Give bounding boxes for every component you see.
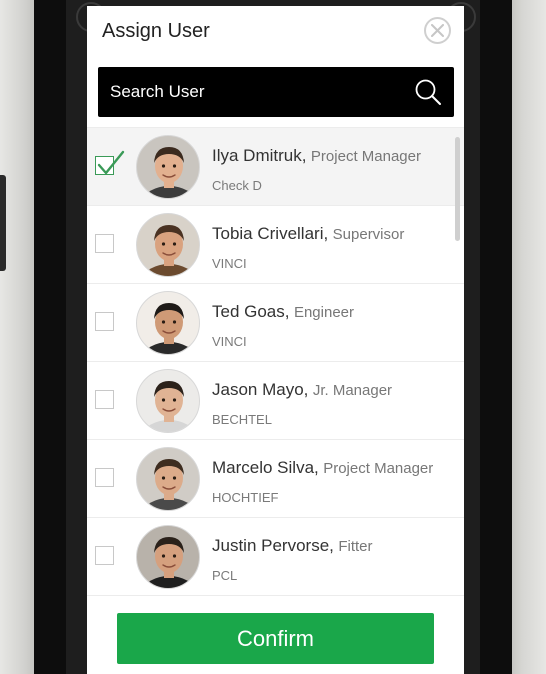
device-frame-right — [506, 0, 546, 674]
assign-user-dialog: Assign User Ilya Dmitruk, Project Manage… — [87, 6, 464, 674]
user-role: Fitter — [338, 538, 373, 555]
user-name: Marcelo Silva, — [212, 458, 319, 477]
checkmark-icon — [97, 150, 125, 175]
user-row[interactable]: Tobia Crivellari, Supervisor VINCI — [87, 206, 464, 284]
list-scrollbar[interactable] — [455, 137, 460, 597]
confirm-button[interactable]: Confirm — [117, 613, 434, 664]
device-side-button — [0, 175, 6, 271]
user-company: VINCI — [212, 256, 247, 271]
user-checkbox[interactable] — [95, 546, 114, 565]
user-role: Project Manager — [310, 148, 421, 165]
search-bar — [98, 67, 454, 117]
user-role: Project Manager — [323, 460, 434, 477]
user-name: Justin Pervorse, — [212, 536, 334, 555]
user-row[interactable]: Justin Pervorse, Fitter PCL — [87, 518, 464, 596]
user-role: Engineer — [293, 304, 354, 321]
user-name-line: Ilya Dmitruk, Project Manager — [212, 146, 421, 166]
user-role: Supervisor — [332, 226, 405, 243]
person-icon — [143, 381, 195, 432]
user-checkbox[interactable] — [95, 312, 114, 331]
user-checkbox[interactable] — [95, 150, 125, 175]
search-input[interactable] — [98, 67, 398, 117]
close-button[interactable] — [424, 17, 451, 44]
dialog-title: Assign User — [102, 20, 210, 42]
user-name: Tobia Crivellari, — [212, 224, 329, 243]
user-row[interactable]: Ilya Dmitruk, Project Manager Check D — [87, 128, 464, 206]
user-company: PCL — [212, 568, 238, 583]
scrollbar-thumb[interactable] — [455, 137, 460, 241]
close-icon — [431, 24, 444, 37]
user-checkbox[interactable] — [95, 234, 114, 253]
user-name: Ilya Dmitruk, — [212, 146, 307, 165]
user-name-line: Marcelo Silva, Project Manager — [212, 458, 433, 478]
user-avatar — [136, 291, 200, 355]
person-icon — [143, 537, 195, 588]
user-company: BECHTEL — [212, 412, 272, 427]
user-row[interactable]: Ted Goas, Engineer VINCI — [87, 284, 464, 362]
user-avatar — [136, 369, 200, 433]
user-avatar — [136, 525, 200, 589]
person-icon — [143, 225, 195, 276]
dialog-header: Assign User — [87, 6, 464, 58]
user-avatar — [136, 447, 200, 511]
person-icon — [143, 303, 195, 354]
user-avatar — [136, 213, 200, 277]
user-list: Ilya Dmitruk, Project Manager Check D Tobi… — [87, 127, 464, 600]
user-avatar — [136, 135, 200, 199]
person-icon — [143, 147, 195, 198]
user-name-line: Tobia Crivellari, Supervisor — [212, 224, 404, 244]
user-checkbox[interactable] — [95, 390, 114, 409]
person-icon — [143, 459, 195, 510]
user-company: Check D — [212, 178, 262, 193]
user-name: Ted Goas, — [212, 302, 290, 321]
user-company: HOCHTIEF — [212, 490, 279, 505]
user-name-line: Justin Pervorse, Fitter — [212, 536, 373, 556]
user-name-line: Jason Mayo, Jr. Manager — [212, 380, 392, 400]
user-company: VINCI — [212, 334, 247, 349]
user-checkbox[interactable] — [95, 468, 114, 487]
user-role: Jr. Manager — [312, 382, 393, 399]
search-icon[interactable] — [414, 78, 442, 106]
user-row[interactable]: Jason Mayo, Jr. Manager BECHTEL — [87, 362, 464, 440]
user-name-line: Ted Goas, Engineer — [212, 302, 354, 322]
user-row[interactable]: Marcelo Silva, Project Manager HOCHTIEF — [87, 440, 464, 518]
user-name: Jason Mayo, — [212, 380, 309, 399]
